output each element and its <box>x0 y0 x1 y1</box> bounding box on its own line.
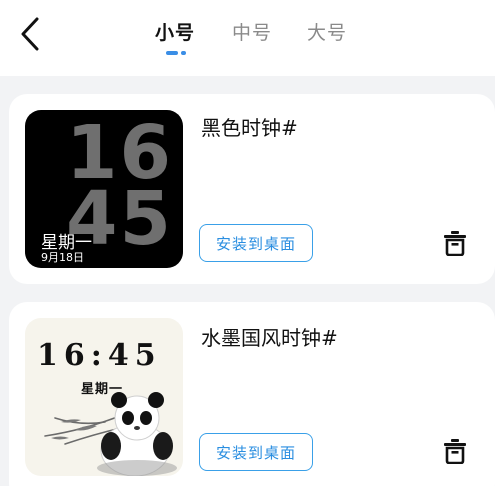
widget-title: 水墨国风时钟# <box>201 326 338 350</box>
widget-title: 黑色时钟# <box>201 116 298 140</box>
delete-button[interactable] <box>441 436 469 466</box>
tab-small[interactable]: 小号 <box>155 18 195 45</box>
widget-preview-ink-clock[interactable]: 16:45 星期一 <box>25 318 183 476</box>
install-to-desktop-button[interactable]: 安装到桌面 <box>199 433 313 471</box>
install-to-desktop-button[interactable]: 安装到桌面 <box>199 224 313 262</box>
preview-date: 9月18日 <box>41 251 84 264</box>
delete-button[interactable] <box>441 228 469 258</box>
widget-card: 16 45 星期一 9月18日 黑色时钟# 安装到桌面 <box>9 94 495 284</box>
panda-bamboo-illustration <box>44 392 177 476</box>
trash-icon <box>444 231 466 256</box>
tab-large[interactable]: 大号 <box>307 18 347 45</box>
size-tabs: 小号 中号 大号 <box>0 18 495 58</box>
top-bar: 小号 中号 大号 <box>0 0 495 76</box>
widget-preview-black-clock[interactable]: 16 45 星期一 9月18日 <box>25 110 183 268</box>
trash-icon <box>444 439 466 464</box>
widget-card: 16:45 星期一 水墨国风时钟# 安装到桌面 <box>9 302 495 486</box>
tab-medium[interactable]: 中号 <box>232 18 272 45</box>
active-tab-indicator <box>166 51 188 56</box>
